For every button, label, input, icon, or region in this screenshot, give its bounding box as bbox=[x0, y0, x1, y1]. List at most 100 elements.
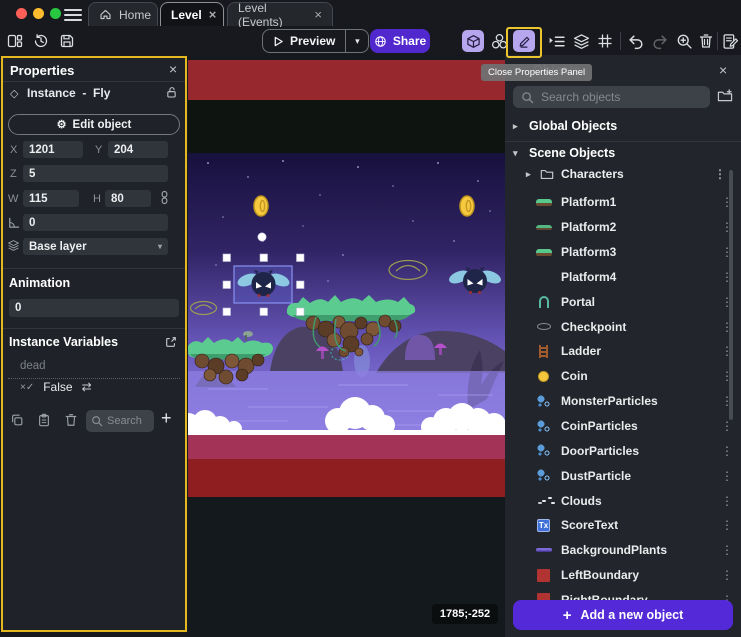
item-menu-dots[interactable]: ⋮ bbox=[719, 494, 735, 508]
z-input[interactable] bbox=[23, 165, 168, 182]
cube-3d-icon[interactable] bbox=[462, 30, 484, 52]
paste-icon[interactable] bbox=[37, 413, 51, 427]
object-item[interactable]: Platform3 ⋮ bbox=[505, 240, 735, 265]
rotation-handle[interactable] bbox=[258, 233, 266, 241]
w-input[interactable] bbox=[23, 190, 79, 207]
item-menu-dots[interactable]: ⋮ bbox=[719, 444, 735, 458]
h-input[interactable] bbox=[105, 190, 151, 207]
variables-search-input[interactable] bbox=[107, 415, 147, 427]
grid-icon[interactable] bbox=[594, 30, 616, 52]
open-external-icon[interactable] bbox=[165, 336, 177, 348]
layer-select[interactable]: Base layer ▾ bbox=[23, 238, 168, 255]
lock-open-icon[interactable] bbox=[165, 86, 178, 99]
objects-search-input[interactable] bbox=[541, 90, 702, 104]
preview-button[interactable]: Preview ▾ bbox=[262, 29, 369, 53]
add-folder-icon[interactable] bbox=[717, 88, 733, 103]
animation-input[interactable] bbox=[9, 299, 179, 317]
group-global-objects[interactable]: ▸ Global Objects bbox=[513, 119, 617, 133]
properties-close-icon[interactable]: × bbox=[169, 62, 177, 76]
trash-icon[interactable] bbox=[695, 30, 717, 52]
objects-close-icon[interactable]: × bbox=[719, 63, 727, 77]
save-icon[interactable] bbox=[56, 30, 78, 52]
edit-properties-pencil-icon[interactable] bbox=[513, 30, 535, 52]
tooltip-close-properties: Close Properties Panel bbox=[481, 64, 592, 81]
object-item[interactable]: Checkpoint ⋮ bbox=[505, 314, 735, 339]
preview-dropdown-caret[interactable]: ▾ bbox=[345, 29, 369, 53]
top-boundary-band bbox=[188, 60, 505, 100]
variable-value-row[interactable]: ×✓ False ⇄ bbox=[20, 380, 92, 394]
swap-value-icon[interactable]: ⇄ bbox=[82, 380, 92, 394]
panels-layout-icon[interactable] bbox=[4, 30, 26, 52]
item-menu-dots[interactable]: ⋮ bbox=[719, 568, 735, 582]
variable-name[interactable]: dead bbox=[8, 357, 180, 379]
add-variable-icon[interactable]: + bbox=[161, 408, 172, 429]
group-label: Global Objects bbox=[529, 119, 617, 133]
history-icon[interactable] bbox=[30, 30, 52, 52]
add-new-object-button[interactable]: + Add a new object bbox=[513, 600, 733, 630]
z-label: Z bbox=[10, 168, 17, 180]
variables-search-box[interactable] bbox=[86, 410, 154, 432]
scene-canvas[interactable]: 1785;-252 bbox=[188, 55, 505, 637]
objects-search-box[interactable] bbox=[513, 86, 710, 108]
delete-variable-icon[interactable] bbox=[64, 413, 78, 427]
folder-characters[interactable]: ▸ Characters ⋮ bbox=[526, 167, 728, 181]
item-menu-dots[interactable]: ⋮ bbox=[712, 167, 728, 181]
window-close-button[interactable] bbox=[16, 8, 27, 19]
toolbar-divider bbox=[717, 32, 718, 50]
object-thumbnail-icon bbox=[535, 245, 552, 259]
object-item-label: CoinParticles bbox=[561, 419, 710, 433]
item-menu-dots[interactable]: ⋮ bbox=[719, 518, 735, 532]
object-item[interactable]: LeftBoundary ⋮ bbox=[505, 563, 735, 588]
group-label: Scene Objects bbox=[529, 146, 615, 160]
object-item[interactable]: DoorParticles ⋮ bbox=[505, 438, 735, 463]
object-item[interactable]: Clouds ⋮ bbox=[505, 488, 735, 513]
object-item[interactable]: MonsterParticles ⋮ bbox=[505, 389, 735, 414]
object-item[interactable]: Tx ScoreText ⋮ bbox=[505, 513, 735, 538]
object-item[interactable]: DustParticle ⋮ bbox=[505, 463, 735, 488]
window-zoom-button[interactable] bbox=[50, 8, 61, 19]
y-input[interactable] bbox=[108, 141, 168, 158]
edit-object-button[interactable]: ⚙ Edit object bbox=[8, 114, 180, 135]
tab-home[interactable]: Home bbox=[88, 2, 158, 26]
item-menu-dots[interactable]: ⋮ bbox=[719, 543, 735, 557]
object-item-label: BackgroundPlants bbox=[561, 543, 710, 557]
object-item[interactable]: BackgroundPlants ⋮ bbox=[505, 538, 735, 563]
object-item[interactable]: Portal ⋮ bbox=[505, 289, 735, 314]
object-item[interactable]: Ladder ⋮ bbox=[505, 339, 735, 364]
coin-instance[interactable] bbox=[254, 196, 268, 216]
events-sheet-icon[interactable] bbox=[719, 30, 741, 52]
zoom-in-icon[interactable] bbox=[673, 30, 695, 52]
coin-instance[interactable] bbox=[460, 196, 474, 216]
lock-ratio-link-icon[interactable] bbox=[158, 190, 171, 205]
x-input[interactable] bbox=[23, 141, 83, 158]
group-scene-objects[interactable]: ▾ Scene Objects bbox=[513, 146, 615, 160]
object-item[interactable]: Coin ⋮ bbox=[505, 364, 735, 389]
object-thumbnail-icon bbox=[535, 543, 552, 557]
object-item[interactable]: Platform1 ⋮ bbox=[505, 190, 735, 215]
redo-icon[interactable] bbox=[648, 30, 670, 52]
undo-icon[interactable] bbox=[625, 30, 647, 52]
tab-close-icon[interactable]: × bbox=[314, 8, 322, 21]
gear-icon: ⚙ bbox=[57, 118, 67, 131]
object-thumbnail-icon bbox=[535, 195, 552, 209]
object-groups-icon[interactable] bbox=[488, 30, 510, 52]
search-icon bbox=[521, 91, 534, 104]
copy-icon[interactable] bbox=[10, 413, 24, 427]
tab-level-events[interactable]: Level (Events) × bbox=[227, 2, 333, 26]
tab-level[interactable]: Level × bbox=[160, 2, 224, 26]
variable-value: False bbox=[43, 380, 72, 394]
window-minimize-button[interactable] bbox=[33, 8, 44, 19]
share-button[interactable]: Share bbox=[370, 29, 430, 53]
object-item[interactable]: Platform4 ⋮ bbox=[505, 265, 735, 290]
tab-close-icon[interactable]: × bbox=[209, 8, 217, 21]
hamburger-menu-icon[interactable] bbox=[64, 6, 82, 21]
collapsed-arrow-icon: ▸ bbox=[513, 121, 520, 132]
objects-scrollbar[interactable] bbox=[729, 170, 733, 420]
layers-icon[interactable] bbox=[570, 30, 592, 52]
instances-list-icon[interactable] bbox=[545, 30, 567, 52]
angle-input[interactable] bbox=[23, 214, 168, 231]
object-item[interactable]: CoinParticles ⋮ bbox=[505, 414, 735, 439]
object-item[interactable]: Platform2 ⋮ bbox=[505, 215, 735, 240]
item-menu-dots[interactable]: ⋮ bbox=[719, 469, 735, 483]
item-menu-dots[interactable]: ⋮ bbox=[719, 419, 735, 433]
